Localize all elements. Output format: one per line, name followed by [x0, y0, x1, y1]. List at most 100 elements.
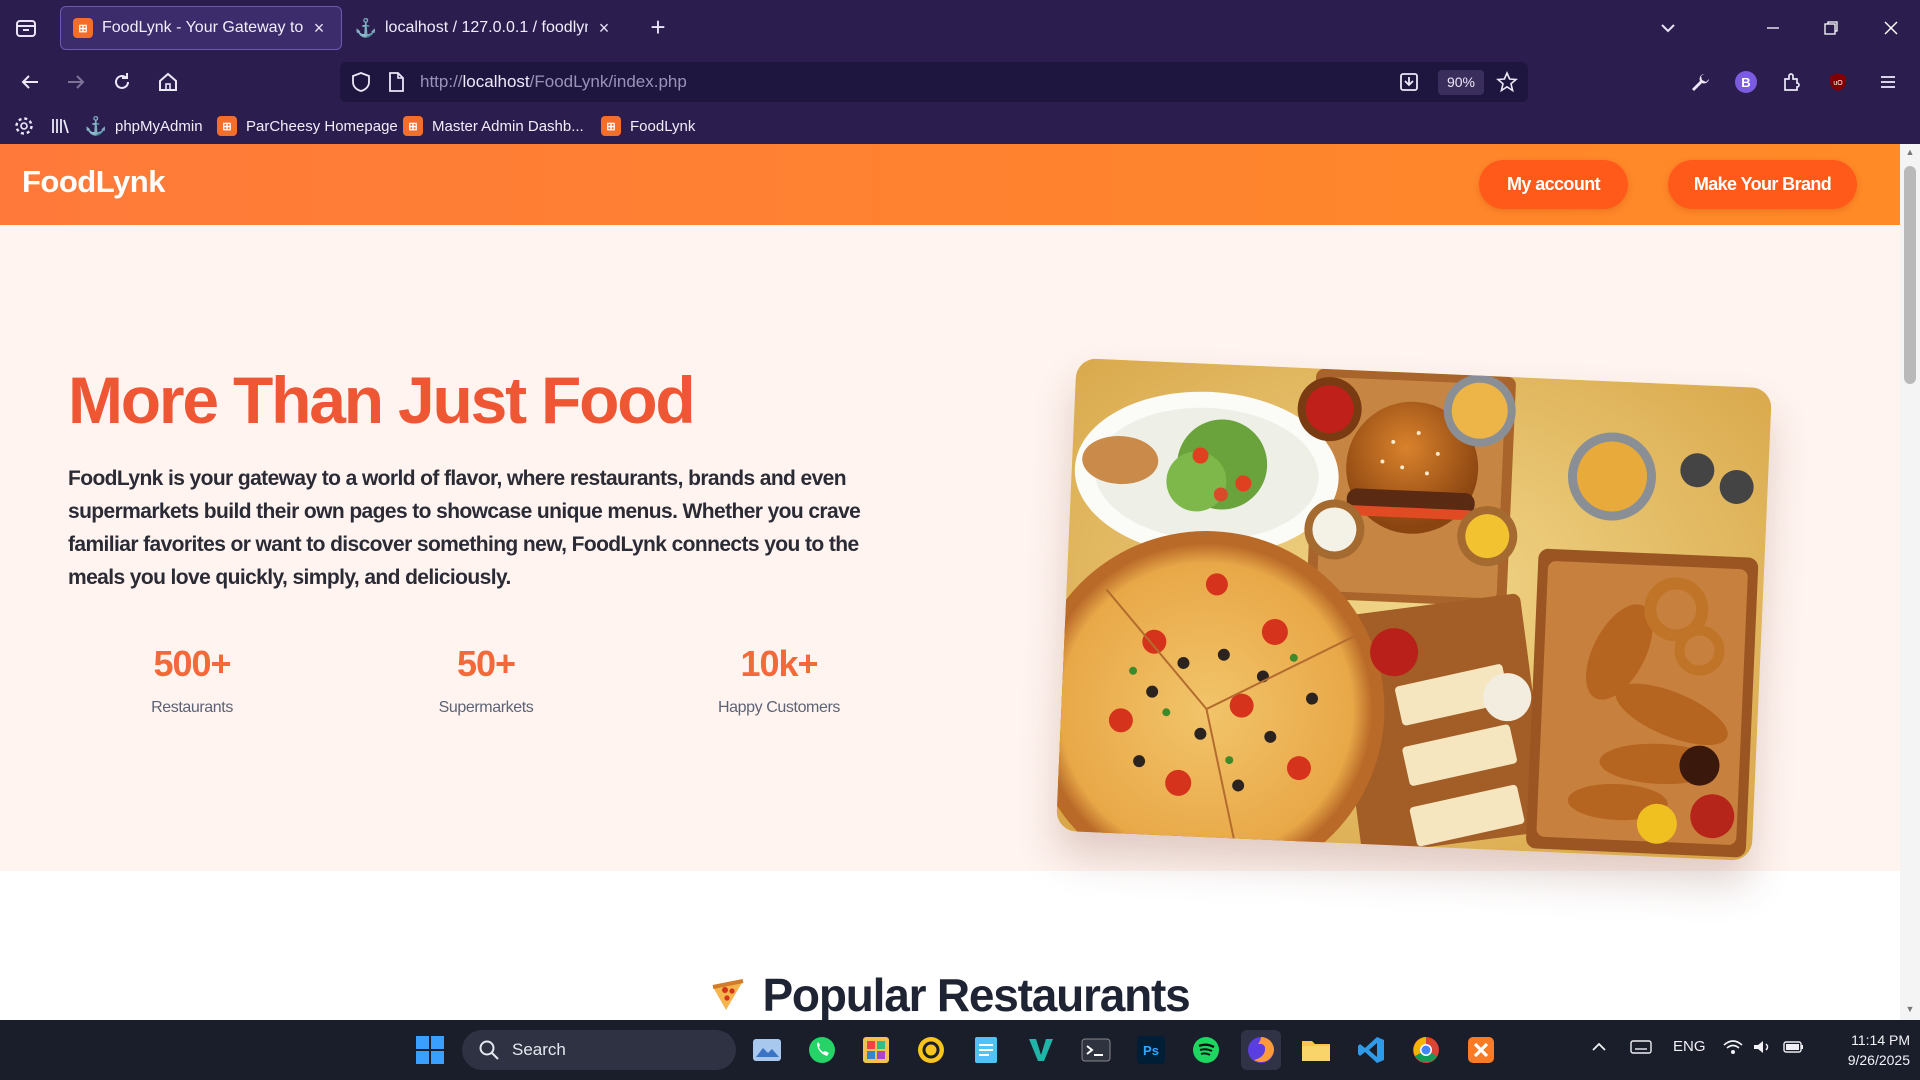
xampp-icon: ⊞: [217, 116, 237, 136]
address-bar[interactable]: http://localhost/FoodLynk/index.php 90%: [340, 62, 1528, 102]
bookmark-master-admin-dashboard[interactable]: ⊞ Master Admin Dashb...: [403, 114, 584, 138]
bookmark-label: ParCheesy Homepage: [246, 117, 398, 135]
account-initial: B: [1735, 71, 1757, 93]
chat-app-icon[interactable]: [911, 1030, 951, 1070]
restore-button[interactable]: [1802, 0, 1860, 56]
stat-happy-customers: 10k+ Happy Customers: [669, 643, 889, 717]
battery-icon[interactable]: [1783, 1038, 1805, 1060]
tab-title: localhost / 127.0.0.1 / foodlynk /: [385, 19, 588, 36]
food-platter-image: [1056, 358, 1772, 861]
library-icon[interactable]: [49, 115, 71, 142]
scroll-up-arrow-icon[interactable]: ▲: [1904, 147, 1916, 157]
bookmark-label: FoodLynk: [630, 117, 696, 135]
tab-foodlynk[interactable]: ⊞ FoodLynk - Your Gateway to Flav ×: [60, 6, 342, 50]
section-title-text: Popular Restaurants: [762, 969, 1190, 1020]
bookmarks-toolbar: ⚓ phpMyAdmin ⊞ ParCheesy Homepage ⊞ Mast…: [0, 108, 1920, 144]
bookmark-label: Master Admin Dashb...: [432, 117, 584, 135]
taskbar-search[interactable]: Search: [462, 1030, 736, 1070]
make-your-brand-button[interactable]: Make Your Brand: [1668, 160, 1857, 209]
hero-title: More Than Just Food: [68, 363, 696, 437]
start-button[interactable]: [410, 1030, 450, 1070]
volume-icon[interactable]: [1752, 1038, 1772, 1060]
stat-label: Happy Customers: [717, 699, 841, 716]
url-path: /FoodLynk/index.php: [529, 72, 687, 91]
vscode-icon[interactable]: [1351, 1030, 1391, 1070]
site-logo[interactable]: FoodLynk: [22, 164, 165, 200]
bookmark-foodlynk[interactable]: ⊞ FoodLynk: [601, 114, 695, 138]
search-icon: [479, 1040, 499, 1060]
clock-date: 9/26/2025: [1847, 1052, 1910, 1068]
wrench-icon[interactable]: [1684, 66, 1716, 98]
photoshop-icon[interactable]: Ps: [1131, 1030, 1171, 1070]
chevron-up-icon[interactable]: [1590, 1038, 1608, 1060]
bookmark-parcheesy-homepage[interactable]: ⊞ ParCheesy Homepage: [217, 114, 398, 138]
menu-icon[interactable]: [1872, 66, 1904, 98]
keyboard-icon[interactable]: [1630, 1038, 1652, 1060]
shield-icon[interactable]: [350, 71, 372, 98]
url-host: localhost: [462, 72, 530, 91]
tab-phpmyadmin[interactable]: ⚓ localhost / 127.0.0.1 / foodlynk / ×: [344, 6, 626, 50]
stat-value: 10k+: [740, 643, 818, 684]
stat-value: 50+: [456, 643, 516, 684]
paint-app-icon[interactable]: [856, 1030, 896, 1070]
url-scheme: http://: [420, 72, 463, 91]
whatsapp-icon[interactable]: [802, 1030, 842, 1070]
photos-app-icon[interactable]: [747, 1030, 787, 1070]
code-editor-icon[interactable]: [1021, 1030, 1061, 1070]
xampp-icon: ⊞: [601, 116, 621, 136]
xampp-icon[interactable]: [1461, 1030, 1501, 1070]
tab-list-icon[interactable]: [12, 14, 40, 42]
section-title-popular-restaurants: Popular Restaurants: [0, 968, 1900, 1020]
save-to-device-icon[interactable]: [1398, 71, 1420, 98]
terminal-icon[interactable]: [1076, 1030, 1116, 1070]
stat-supermarkets: 50+ Supermarkets: [376, 643, 596, 717]
extensions-icon[interactable]: [1776, 66, 1808, 98]
settings-gear-icon[interactable]: [13, 115, 35, 142]
svg-text:uO: uO: [1833, 80, 1843, 87]
forward-icon[interactable]: [60, 66, 92, 98]
close-window-button[interactable]: [1862, 0, 1920, 56]
scrollbar-thumb[interactable]: [1904, 166, 1916, 384]
reload-icon[interactable]: [106, 66, 138, 98]
stat-restaurants: 500+ Restaurants: [82, 643, 302, 717]
close-icon[interactable]: ×: [594, 18, 614, 38]
phpmyadmin-icon: ⚓: [354, 17, 378, 38]
pizza-icon: [710, 968, 746, 1020]
search-placeholder: Search: [512, 1040, 566, 1059]
tab-title: FoodLynk - Your Gateway to Flav: [102, 19, 303, 36]
bookmark-star-icon[interactable]: [1496, 70, 1518, 98]
scroll-down-arrow-icon[interactable]: ▼: [1904, 1004, 1916, 1014]
page-scrollbar[interactable]: ▲ ▼: [1900, 144, 1920, 1020]
page-viewport: FoodLynk My account Make Your Brand More…: [0, 144, 1900, 1020]
language-indicator[interactable]: ENG: [1673, 1038, 1706, 1055]
chrome-icon[interactable]: [1406, 1030, 1446, 1070]
phpmyadmin-icon: ⚓: [84, 115, 108, 136]
minimize-button[interactable]: [1744, 0, 1802, 56]
firefox-icon[interactable]: [1241, 1030, 1281, 1070]
ublock-icon[interactable]: uO: [1822, 66, 1854, 98]
site-header: FoodLynk My account Make Your Brand: [0, 144, 1900, 225]
file-explorer-icon[interactable]: [1296, 1030, 1336, 1070]
back-icon[interactable]: [14, 66, 46, 98]
notepad-icon[interactable]: [966, 1030, 1006, 1070]
bookmark-label: phpMyAdmin: [115, 117, 203, 135]
close-icon[interactable]: ×: [309, 18, 329, 38]
account-avatar[interactable]: B: [1730, 66, 1762, 98]
spotify-icon[interactable]: [1186, 1030, 1226, 1070]
new-tab-button[interactable]: +: [644, 14, 672, 42]
url-text[interactable]: http://localhost/FoodLynk/index.php: [420, 72, 687, 92]
home-icon[interactable]: [152, 66, 184, 98]
system-clock[interactable]: 11:14 PM 9/26/2025: [1810, 1030, 1910, 1070]
chevron-down-icon[interactable]: [1654, 14, 1682, 42]
hero-description: FoodLynk is your gateway to a world of f…: [68, 467, 861, 589]
zoom-level-badge[interactable]: 90%: [1438, 70, 1484, 95]
my-account-button[interactable]: My account: [1479, 160, 1628, 209]
navigation-toolbar: http://localhost/FoodLynk/index.php 90% …: [0, 56, 1920, 108]
page-icon[interactable]: [386, 71, 406, 98]
stat-value: 500+: [153, 643, 231, 684]
stat-label: Supermarkets: [438, 699, 534, 716]
tab-bar: ⊞ FoodLynk - Your Gateway to Flav × ⚓ lo…: [0, 0, 1920, 56]
wifi-icon[interactable]: [1722, 1038, 1744, 1060]
bookmark-phpmyadmin[interactable]: ⚓ phpMyAdmin: [84, 114, 203, 138]
clock-time: 11:14 PM: [1851, 1032, 1910, 1048]
